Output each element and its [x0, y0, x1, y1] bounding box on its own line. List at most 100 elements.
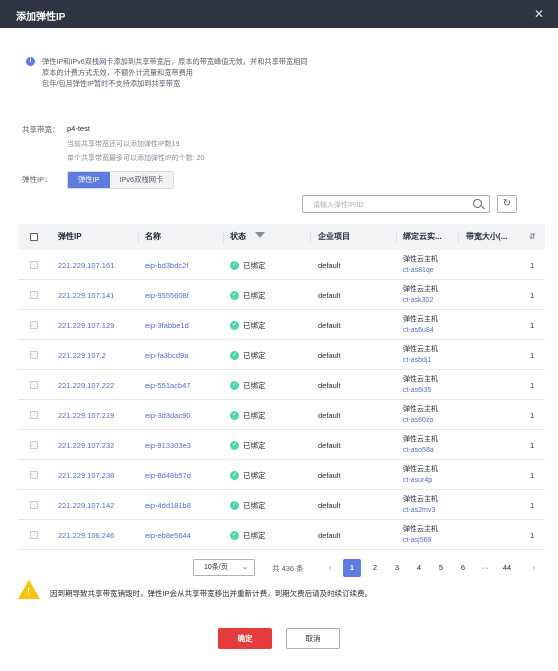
row-checkbox[interactable]: [30, 501, 38, 509]
chevron-down-icon: ⌄: [242, 564, 248, 571]
search-icon[interactable]: [473, 199, 482, 208]
filter-icon[interactable]: [255, 232, 265, 238]
bandwidth-size: 1: [530, 321, 535, 330]
table-header: 弹性IP 名称 状态 企业项目 绑定云实... 带宽大小(... ⇵: [18, 224, 545, 250]
notice-line: 原本的计费方式无效，不额外计流量和宽带费用: [42, 68, 193, 77]
eip-name-link[interactable]: eip-913303e3: [145, 441, 191, 450]
bandwidth-size: 1: [530, 441, 535, 450]
eip-name-link[interactable]: eip-bd3bdc2f: [145, 261, 188, 270]
search-placeholder: 请输入弹性IP/ID: [313, 202, 364, 209]
prev-page-button[interactable]: ‹: [321, 559, 339, 577]
bind-instance-link[interactable]: ct-as81qe: [403, 267, 434, 274]
select-all-checkbox[interactable]: [30, 233, 38, 241]
row-checkbox[interactable]: [30, 381, 38, 389]
table-row: 221.229.107.142 eip-4dd181b8 ✓ 已绑定 default 弹性…: [18, 490, 545, 520]
next-page-button[interactable]: ›: [525, 559, 543, 577]
page-5[interactable]: 5: [432, 559, 450, 577]
status-badge: ✓ 已绑定: [230, 320, 266, 331]
col-name: 名称: [145, 232, 161, 241]
sort-icon[interactable]: ⇵: [529, 232, 536, 241]
page-size-value: 10条/页: [204, 564, 228, 571]
row-checkbox[interactable]: [30, 291, 38, 299]
page-2[interactable]: 2: [366, 559, 384, 577]
page-44[interactable]: 44: [498, 559, 516, 577]
bandwidth-size: 1: [530, 291, 535, 300]
bind-instance-link[interactable]: ct-as60zo: [403, 417, 433, 424]
search-input[interactable]: 请输入弹性IP/ID: [302, 195, 490, 213]
eip-name-link[interactable]: eip-551acb47: [145, 381, 190, 390]
bind-instance-type: 弹性云主机: [403, 316, 438, 323]
status-text: 已绑定: [243, 291, 266, 300]
bandwidth-size: 1: [530, 261, 535, 270]
page-ellipsis[interactable]: ···: [476, 559, 494, 577]
page-size-select[interactable]: 10条/页 ⌄: [193, 559, 255, 576]
row-checkbox[interactable]: [30, 531, 38, 539]
eip-name-link[interactable]: eip-3d3dac90: [145, 411, 190, 420]
table-row: 221.229.107.141 eip-9555608f ✓ 已绑定 default 弹性…: [18, 280, 545, 310]
page-1[interactable]: 1: [343, 559, 361, 577]
status-text: 已绑定: [243, 351, 266, 360]
row-checkbox[interactable]: [30, 321, 38, 329]
row-checkbox[interactable]: [30, 351, 38, 359]
status-badge: ✓ 已绑定: [230, 290, 266, 301]
bandwidth-hint: 单个共享带宽最多可以添加弹性IP的个数: 20: [67, 155, 205, 162]
refresh-icon[interactable]: ↻: [497, 195, 517, 213]
bind-instance-link[interactable]: ct-ask302: [403, 297, 433, 304]
bind-instance-link[interactable]: ct-asur4p: [403, 477, 432, 484]
bind-instance-type: 弹性云主机: [403, 436, 438, 443]
status-badge: ✓ 已绑定: [230, 260, 266, 271]
status-text: 已绑定: [243, 471, 266, 480]
eip-name-link[interactable]: eip-8d48b57d: [145, 471, 191, 480]
bind-instance-link[interactable]: ct-aso58a: [403, 447, 434, 454]
eip-address-link[interactable]: 221.229.107.219: [58, 411, 114, 420]
table-body: 221.229.107.161 eip-bd3bdc2f ✓ 已绑定 default 弹性…: [18, 250, 545, 550]
row-checkbox[interactable]: [30, 261, 38, 269]
tab-ipv6-dual-stack[interactable]: IPv6双栈网卡: [109, 172, 174, 188]
status-badge: ✓ 已绑定: [230, 470, 266, 481]
total-count: 共 436 条: [272, 564, 304, 573]
eip-name-link[interactable]: eip-9555608f: [145, 291, 189, 300]
status-text: 已绑定: [243, 411, 266, 420]
tab-eip[interactable]: 弹性IP: [68, 172, 110, 188]
check-circle-icon: ✓: [230, 381, 239, 390]
eip-address-link[interactable]: 221.229.107.222: [58, 381, 114, 390]
cancel-button[interactable]: 取消: [286, 628, 340, 649]
eip-address-link[interactable]: 221.229.107.2: [58, 351, 106, 360]
enterprise-project: default: [318, 441, 341, 450]
check-circle-icon: ✓: [230, 261, 239, 270]
check-circle-icon: ✓: [230, 351, 239, 360]
table-row: 221.229.107.238 eip-8d48b57d ✓ 已绑定 default 弹性…: [18, 460, 545, 490]
bind-instance-link[interactable]: ct-asbdj1: [403, 357, 431, 364]
bind-instance-link[interactable]: ct-as2mv3: [403, 507, 435, 514]
eip-name-link[interactable]: eip-3fabbe1d: [145, 321, 189, 330]
check-circle-icon: ✓: [230, 441, 239, 450]
eip-address-link[interactable]: 221.229.107.142: [58, 501, 114, 510]
eip-address-link[interactable]: 221.229.107.232: [58, 441, 114, 450]
eip-type-label: 弹性IP：: [22, 175, 52, 184]
eip-address-link[interactable]: 221.229.107.161: [58, 261, 114, 270]
page-4[interactable]: 4: [410, 559, 428, 577]
eip-address-link[interactable]: 221.229.106.246: [58, 531, 114, 540]
row-checkbox[interactable]: [30, 471, 38, 479]
check-circle-icon: ✓: [230, 321, 239, 330]
page-3[interactable]: 3: [388, 559, 406, 577]
eip-address-link[interactable]: 221.229.107.238: [58, 471, 114, 480]
eip-address-link[interactable]: 221.229.107.129: [58, 321, 114, 330]
eip-name-link[interactable]: eip-eb8e5644: [145, 531, 191, 540]
bind-instance-link[interactable]: ct-as6i35: [403, 387, 431, 394]
enterprise-project: default: [318, 261, 341, 270]
bind-instance-link[interactable]: ct-as6u84: [403, 327, 434, 334]
page-6[interactable]: 6: [454, 559, 472, 577]
check-circle-icon: ✓: [230, 411, 239, 420]
enterprise-project: default: [318, 321, 341, 330]
close-icon[interactable]: ✕: [534, 7, 544, 21]
status-text: 已绑定: [243, 261, 266, 270]
confirm-button[interactable]: 确定: [218, 628, 272, 649]
eip-name-link[interactable]: eip-4dd181b8: [145, 501, 191, 510]
eip-name-link[interactable]: eip-fa3bcd9a: [145, 351, 188, 360]
row-checkbox[interactable]: [30, 441, 38, 449]
bind-instance-link[interactable]: ct-asj569: [403, 537, 431, 544]
eip-address-link[interactable]: 221.229.107.141: [58, 291, 114, 300]
status-badge: ✓ 已绑定: [230, 440, 266, 451]
row-checkbox[interactable]: [30, 411, 38, 419]
